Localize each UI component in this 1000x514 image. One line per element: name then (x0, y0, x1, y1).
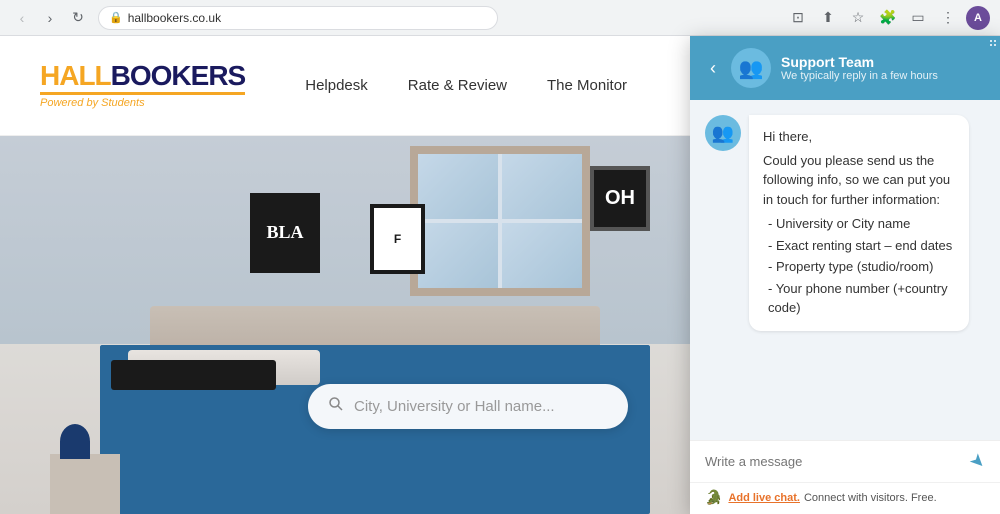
chat-back-button[interactable]: ‹ (705, 58, 721, 79)
chat-list-item-4: - Your phone number (+country code) (768, 278, 955, 319)
chat-list-item-1: - University or City name (768, 213, 955, 235)
chat-header: ‹ 👥 Support Team We typically reply in a… (690, 36, 1000, 100)
menu-icon[interactable]: ⋮ (936, 6, 960, 30)
window-pane-2 (502, 154, 582, 219)
cast-icon[interactable]: ⊡ (786, 6, 810, 30)
art-frame-2: F (370, 204, 425, 274)
window-pane-4 (502, 223, 582, 288)
chat-list-item-3: - Property type (studio/room) (768, 256, 955, 278)
chat-attribution-text: Connect with visitors. Free. (804, 492, 937, 504)
forward-button[interactable]: › (38, 6, 62, 30)
chat-greeting: Hi there, (763, 127, 955, 147)
url-text: hallbookers.co.uk (128, 11, 221, 25)
logo-hall: HALL (40, 60, 111, 91)
send-icon: ➤ (965, 449, 991, 475)
msg-avatar-emoji: 👥 (712, 123, 734, 144)
nav-monitor[interactable]: The Monitor (547, 77, 627, 94)
address-bar[interactable]: 🔒 hallbookers.co.uk (98, 6, 498, 30)
chat-attribution-link[interactable]: Add live chat. (728, 492, 800, 504)
nav-buttons: ‹ › ↻ (10, 6, 90, 30)
art-frame-3: OH (590, 166, 650, 231)
art-frame-1: BLA (250, 193, 320, 273)
logo[interactable]: HALLBOOKERS Powered by Students (40, 62, 245, 109)
chat-bubble: Hi there, Could you please send us the f… (749, 115, 969, 331)
chat-body: 👥 Hi there, Could you please send us the… (690, 100, 1000, 440)
chat-status: We typically reply in a few hours (781, 70, 985, 82)
search-placeholder: City, University or Hall name... (354, 398, 555, 415)
chat-attribution: 🐊 Add live chat. Connect with visitors. … (690, 482, 1000, 514)
logo-bookers: BOOKERS (111, 60, 246, 91)
browser-chrome: ‹ › ↻ 🔒 hallbookers.co.uk ⊡ ⬆ ☆ 🧩 ▭ ⋮ A (0, 0, 1000, 36)
chat-header-info: Support Team We typically reply in a few… (781, 54, 985, 82)
window-pane-3 (418, 223, 498, 288)
main-nav: Helpdesk Rate & Review The Monitor (305, 77, 750, 94)
logo-tagline: Powered by Students (40, 97, 245, 109)
chat-message-1: 👥 Hi there, Could you please send us the… (705, 115, 985, 331)
chat-send-button[interactable]: ➤ (965, 449, 991, 475)
chat-support-avatar: 👥 (731, 48, 771, 88)
extension-icon[interactable]: 🧩 (876, 6, 900, 30)
chat-intro: Could you please send us the following i… (763, 151, 955, 210)
share-icon[interactable]: ⬆ (816, 6, 840, 30)
hero-search-bar[interactable]: City, University or Hall name... (308, 384, 628, 429)
chat-list-item-2: - Exact renting start – end dates (768, 235, 955, 257)
nav-rate-review[interactable]: Rate & Review (408, 77, 507, 94)
window-frame (410, 146, 590, 296)
chat-list: - University or City name - Exact rentin… (768, 213, 955, 319)
logo-underline (40, 92, 245, 95)
chat-widget: ‹ 👥 Support Team We typically reply in a… (690, 36, 1000, 514)
nightstand (50, 454, 120, 514)
chat-message-input[interactable] (705, 454, 962, 469)
chat-msg-avatar: 👥 (705, 115, 741, 151)
resize-handle[interactable] (986, 36, 1000, 50)
bookmark-icon[interactable]: ☆ (846, 6, 870, 30)
chat-input-row: ➤ (705, 451, 985, 472)
chat-team-name: Support Team (781, 54, 985, 70)
chat-avatar-emoji: 👥 (739, 56, 764, 81)
chat-attribution-logo: 🐊 (705, 489, 722, 506)
back-button[interactable]: ‹ (10, 6, 34, 30)
window-pane-1 (418, 154, 498, 219)
search-icon (328, 396, 344, 417)
chat-footer: ➤ (690, 440, 1000, 482)
reload-button[interactable]: ↻ (66, 6, 90, 30)
lock-icon: 🔒 (109, 11, 123, 24)
resize-dots-icon (990, 40, 996, 46)
sidebar-icon[interactable]: ▭ (906, 6, 930, 30)
nav-helpdesk[interactable]: Helpdesk (305, 77, 368, 94)
browser-toolbar-icons: ⊡ ⬆ ☆ 🧩 ▭ ⋮ A (786, 6, 990, 30)
bed-pillow-2 (111, 360, 276, 390)
profile-avatar[interactable]: A (966, 6, 990, 30)
clock (60, 424, 90, 459)
